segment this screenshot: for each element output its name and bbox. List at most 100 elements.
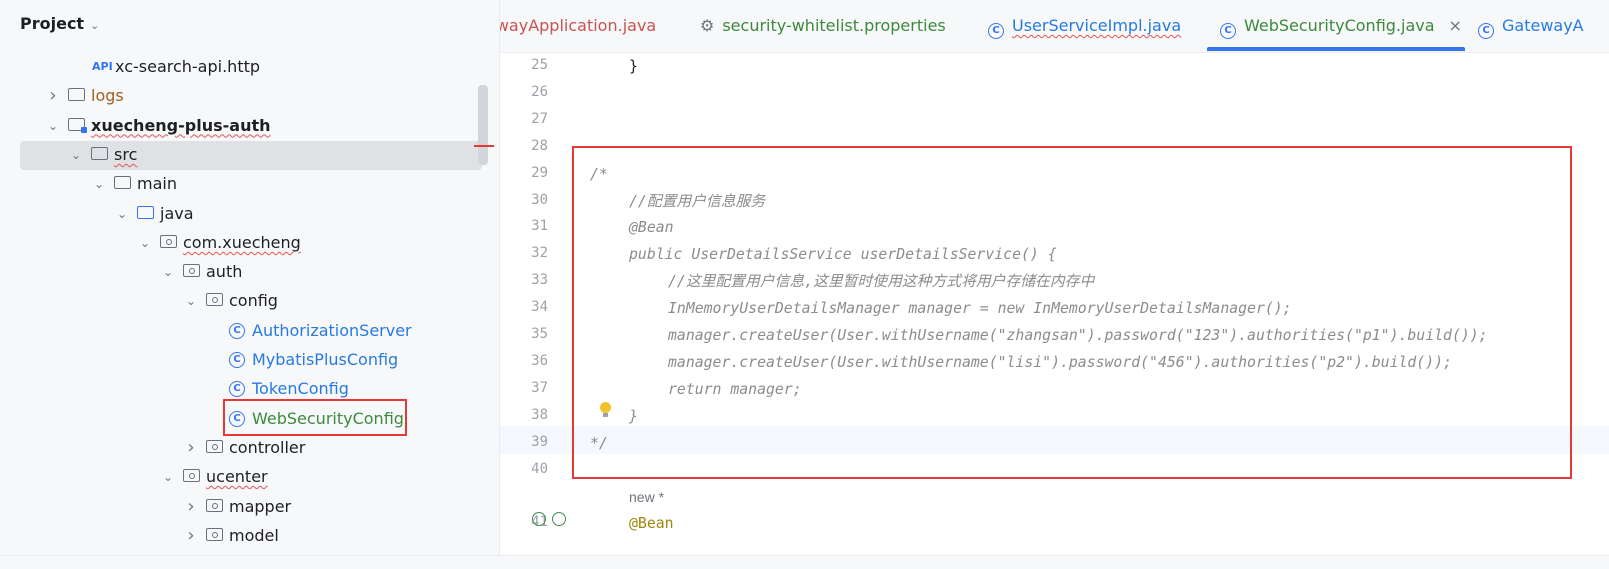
tree-item-label: auth (206, 262, 243, 282)
tree-scrollbar[interactable] (478, 85, 488, 165)
chevron-down-icon[interactable]: ⌄ (138, 228, 152, 258)
tree-item-label: config (229, 291, 278, 311)
class-icon: C (229, 322, 245, 339)
line-number: 35 (531, 326, 548, 342)
code-token: } (629, 58, 638, 75)
package-icon (206, 498, 223, 512)
folder-icon (114, 176, 131, 190)
tree-item-label: src (114, 144, 138, 164)
tab-label: UserServiceImpl.java (1012, 16, 1182, 35)
tree-item[interactable]: ⌄ java (0, 199, 499, 229)
tree-item-label: main (137, 174, 177, 194)
package-icon (206, 527, 223, 541)
editor-tab[interactable]: C GatewayA (1478, 0, 1584, 52)
class-icon: C (1220, 23, 1236, 39)
package-icon (183, 469, 200, 483)
tree-item-label: ucenter (206, 467, 268, 487)
tree-item[interactable]: › model (0, 521, 499, 551)
line-number: 40 (531, 460, 548, 477)
code-line[interactable]: new * (629, 484, 664, 512)
line-number: 37 (531, 379, 548, 396)
project-panel: Project ⌄ API xc-search-api.http › logs ⌄ xuec… (0, 0, 500, 555)
code-line[interactable]: @Bean (629, 511, 674, 538)
chevron-down-icon[interactable]: ⌄ (115, 199, 129, 229)
chevron-right-icon[interactable]: › (184, 492, 198, 522)
tab-label: WebSecurityConfig.java (1244, 16, 1435, 35)
editor-tab[interactable]: C UserServiceImpl.java (988, 0, 1181, 52)
tree-item[interactable]: C AuthorizationServer (0, 316, 499, 346)
close-icon[interactable]: × (1449, 16, 1462, 35)
module-icon (68, 117, 87, 133)
implement-gutter-icon[interactable] (532, 512, 546, 526)
splitter-marker (474, 145, 494, 147)
code-token: new * (629, 489, 665, 506)
tree-item[interactable]: › logs (0, 81, 499, 111)
tree-item[interactable]: › controller (0, 433, 499, 463)
project-title-label: Project (20, 14, 85, 33)
tree-item-label: logs (91, 86, 124, 106)
chevron-down-icon[interactable]: ⌄ (46, 111, 60, 141)
chevron-down-icon[interactable]: ⌄ (90, 19, 99, 32)
chevron-down-icon[interactable]: ⌄ (161, 257, 175, 287)
code-line[interactable]: } (629, 54, 638, 81)
code-token: @Bean (629, 515, 674, 533)
line-number: 33 (531, 272, 548, 289)
chevron-down-icon[interactable]: ⌄ (92, 169, 106, 199)
tree-item-label: model (229, 525, 279, 545)
tree-item-label: java (160, 203, 194, 223)
tree-item[interactable]: › mapper (0, 492, 499, 522)
line-number: 26 (531, 83, 548, 100)
tab-label: GatewayA (1502, 16, 1584, 35)
editor-tab[interactable]: ⚙ security-whitelist.properties (700, 0, 946, 52)
status-bar (0, 555, 1609, 569)
class-icon: C (229, 352, 245, 368)
line-number: 31 (531, 218, 548, 235)
tree-item-label: controller (229, 437, 306, 457)
tree-item-label: AuthorizationServer (252, 320, 412, 340)
tree-item-label: mapper (229, 496, 292, 516)
line-number: 27 (531, 110, 548, 127)
line-number: 38 (531, 406, 548, 423)
line-number: 39 (531, 433, 548, 450)
editor-tab[interactable]: ewayApplication.java (500, 0, 656, 52)
tree-item-label: xuecheng-plus-auth (91, 115, 271, 135)
chevron-right-icon[interactable]: › (184, 521, 198, 551)
highlight-box-code (572, 146, 1572, 479)
tree-item[interactable]: ⌄ auth (0, 257, 499, 287)
tree-item[interactable]: ⌄ com.xuecheng (0, 228, 499, 258)
lightbulb-icon[interactable] (600, 402, 611, 417)
folder-icon (68, 88, 85, 102)
chevron-right-icon[interactable]: › (184, 433, 198, 463)
tree-item-label: MybatisPlusConfig (252, 350, 399, 369)
tree-item[interactable]: ⌄ config (0, 286, 499, 316)
tree-item[interactable]: C MybatisPlusConfig (0, 345, 499, 375)
tab-label: ewayApplication.java (500, 16, 657, 35)
tree-item[interactable]: ⌄ ucenter (0, 462, 499, 492)
selection-highlight (20, 140, 482, 170)
project-title[interactable]: Project ⌄ (20, 14, 99, 33)
chevron-down-icon[interactable]: ⌄ (184, 286, 198, 316)
editor-tab-bar: ewayApplication.java ⚙ security-whitelist.… (500, 0, 1609, 53)
tree-item-label: com.xuecheng (183, 232, 301, 252)
tree-item[interactable]: ⌄ main (0, 169, 499, 199)
class-icon: C (988, 23, 1004, 39)
editor-tab[interactable]: C WebSecurityConfig.java × (1220, 0, 1462, 52)
chevron-right-icon[interactable]: › (46, 81, 60, 111)
line-number: 25 (531, 57, 548, 73)
tree-item[interactable]: API xc-search-api.http (0, 52, 499, 82)
class-icon: C (229, 381, 245, 398)
gear-icon: ⚙ (700, 16, 715, 35)
package-icon (206, 293, 223, 307)
bean-gutter-icon[interactable] (552, 512, 566, 526)
line-number: 32 (531, 245, 548, 262)
tree-item[interactable]: ⌄ src (0, 140, 499, 170)
chevron-down-icon[interactable]: ⌄ (161, 462, 175, 492)
line-number: 28 (531, 137, 548, 154)
package-icon (206, 439, 223, 453)
chevron-down-icon[interactable]: ⌄ (69, 140, 83, 170)
tree-item-label: xc-search-api.http (115, 57, 261, 76)
tree-item[interactable]: ⌄ xuecheng-plus-auth (0, 111, 499, 141)
class-icon: C (1478, 23, 1494, 39)
highlight-box-websecurityconfig (223, 399, 407, 436)
package-icon (183, 264, 200, 278)
